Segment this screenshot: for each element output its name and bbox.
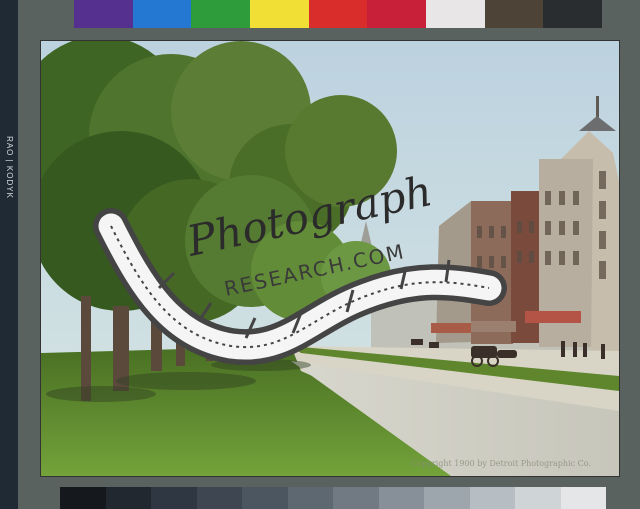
swatch-red xyxy=(308,0,368,28)
gray-5 xyxy=(242,487,288,509)
swatch-yellow xyxy=(250,0,309,28)
gray-4 xyxy=(196,487,242,509)
gray-2 xyxy=(105,487,151,509)
gray-10 xyxy=(469,487,515,509)
swatch-green xyxy=(191,0,251,28)
awning-brick xyxy=(431,323,471,333)
street-scene xyxy=(41,41,619,476)
gray-3 xyxy=(151,487,197,509)
scan-frame: RAO | KODYK Photograph RESEARCH.COM Copy… xyxy=(0,0,640,509)
gray-1 xyxy=(60,487,106,509)
color-calibration-card xyxy=(74,0,603,28)
swatch-brown xyxy=(484,0,544,28)
gray-8 xyxy=(378,487,424,509)
swatch-violet xyxy=(74,0,133,28)
gray-6 xyxy=(287,487,333,509)
swatch-white xyxy=(426,0,485,28)
gray-9 xyxy=(424,487,470,509)
swatch-blue xyxy=(132,0,192,28)
street-photograph: Photograph RESEARCH.COM Copyright 1900 b… xyxy=(40,40,620,477)
gray-12 xyxy=(560,487,606,509)
swatch-black xyxy=(543,0,603,28)
awning-tan xyxy=(471,321,516,332)
photo-credit: Copyright 1900 by Detroit Photographic C… xyxy=(411,459,591,468)
gray-7 xyxy=(333,487,379,509)
grayscale-calibration-card xyxy=(60,487,606,509)
swatch-magenta xyxy=(367,0,427,28)
awning-red xyxy=(525,311,581,323)
side-label: RAO | KODYK xyxy=(4,135,14,199)
film-edge-strip: RAO | KODYK xyxy=(0,0,18,509)
gray-11 xyxy=(515,487,561,509)
